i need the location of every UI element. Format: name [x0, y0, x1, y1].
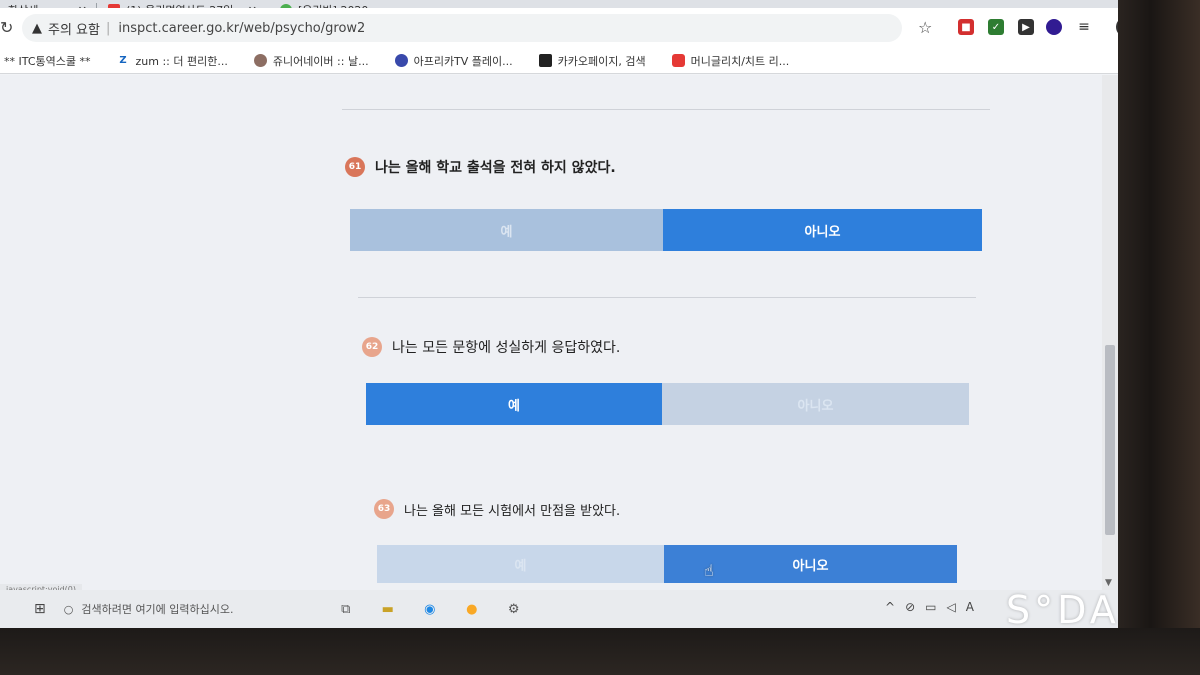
extension-circle-icon[interactable] — [1046, 19, 1062, 35]
windows-start-icon[interactable]: ⊞ — [34, 601, 46, 617]
security-warning[interactable]: 주의 요함 — [48, 19, 100, 38]
network-off-icon[interactable]: ⊘ — [905, 600, 915, 614]
no-button[interactable]: 아니오 — [663, 209, 982, 251]
system-tray: ^ ⊘ ▭ ◁ A — [885, 600, 974, 614]
scroll-thumb[interactable] — [1105, 345, 1115, 535]
mute-icon[interactable]: ◁ — [946, 600, 955, 614]
survey-page: 61 나는 올해 학교 출석을 전혀 하지 않았다. 예 아니오 62 나는 모… — [0, 75, 1118, 590]
yes-button[interactable]: 예 — [350, 209, 663, 251]
camera-icon[interactable]: ▶ — [1018, 19, 1034, 35]
bookmark-kakaopage[interactable]: 카카오페이지, 검색 — [538, 53, 646, 69]
youtube-icon — [671, 54, 685, 67]
bookmark-junior-naver[interactable]: 쥬니어네이버 :: 날... — [253, 53, 369, 69]
file-explorer-icon[interactable]: ▬ — [378, 599, 398, 619]
shield-icon[interactable]: ✓ — [988, 19, 1004, 35]
junior-naver-icon — [253, 54, 267, 67]
settings-gear-icon[interactable]: ⚙ — [504, 599, 524, 619]
bookmark-afreecatv[interactable]: 아프리카TV 플레이... — [394, 53, 513, 69]
task-view-icon[interactable]: ⧉ — [336, 599, 356, 619]
question-text: 나는 올해 학교 출석을 전혀 하지 않았다. — [375, 160, 616, 176]
scroll-down-arrow-icon[interactable]: ▼ — [1105, 578, 1112, 588]
divider: | — [105, 20, 111, 36]
warning-icon: ▲ — [32, 20, 42, 36]
hand-cursor-icon: ☝ — [704, 561, 714, 580]
no-button[interactable]: 아니오 — [662, 383, 969, 425]
scrollbar[interactable]: ▼ — [1102, 75, 1118, 590]
divider — [342, 109, 990, 110]
media-icon[interactable]: ≡ — [1076, 19, 1092, 35]
search-placeholder: 검색하려면 여기에 입력하십시오. — [81, 603, 234, 616]
chevron-up-icon[interactable]: ^ — [885, 600, 895, 614]
taskbar-search[interactable]: ○ 검색하려면 여기에 입력하십시오. — [64, 594, 314, 624]
question-63: 63 나는 올해 모든 시험에서 만점을 받았다. — [374, 499, 620, 519]
afreecatv-icon — [394, 54, 408, 67]
divider — [358, 297, 976, 298]
question-number-badge: 61 — [345, 157, 365, 177]
address-bar[interactable]: ▲ 주의 요함 | inspct.career.go.kr/web/psycho… — [22, 14, 902, 42]
yes-button[interactable]: 예 — [366, 383, 662, 425]
screen: 화상세 ✕ (1) 올리면역사도 27일 ✕ [우리반] 2020 ↻ ▲ 주의… — [0, 0, 1118, 628]
windows-taskbar: ⊞ ○ 검색하려면 여기에 입력하십시오. ⧉ ▬ ◉ ● ⚙ ^ ⊘ ▭ ◁ … — [0, 590, 1118, 628]
kakaopage-icon — [538, 54, 552, 67]
question-61: 61 나는 올해 학교 출석을 전혀 하지 않았다. — [345, 157, 616, 177]
question-62: 62 나는 모든 문항에 성실하게 응답하였다. — [362, 337, 620, 357]
answer-group-63: 예 아니오 — [377, 545, 957, 583]
reload-icon[interactable]: ↻ — [0, 18, 13, 37]
soda-watermark: S°DA — [1006, 588, 1120, 632]
bookmark-zum[interactable]: Z zum :: 더 편리한... — [116, 53, 227, 69]
browser-toolbar: ↻ ▲ 주의 요함 | inspct.career.go.kr/web/psyc… — [0, 8, 1118, 48]
question-number-badge: 62 — [362, 337, 382, 357]
kakaotalk-icon[interactable]: ● — [462, 599, 482, 619]
bookmark-star-icon[interactable]: ☆ — [918, 18, 932, 37]
question-number-badge: 63 — [374, 499, 394, 519]
search-icon: ○ — [63, 602, 74, 616]
yes-button[interactable]: 예 — [377, 545, 664, 583]
question-text: 나는 올해 모든 시험에서 만점을 받았다. — [404, 503, 621, 519]
question-text: 나는 모든 문항에 성실하게 응답하였다. — [392, 340, 621, 356]
laptop-bezel-bottom — [0, 628, 1200, 675]
url-text[interactable]: inspct.career.go.kr/web/psycho/grow2 — [118, 21, 365, 36]
answer-group-62: 예 아니오 — [366, 383, 969, 425]
zum-icon: Z — [119, 55, 127, 66]
chrome-icon[interactable]: ◉ — [420, 599, 440, 619]
answer-group-61: 예 아니오 — [350, 209, 982, 251]
input-method-icon[interactable]: A — [966, 600, 974, 614]
laptop-bezel — [1118, 0, 1200, 675]
bookmarks-bar: ** ITC통역스쿨 ** Z zum :: 더 편리한... 쥬니어네이버 :… — [0, 48, 1118, 74]
bookmark-itc[interactable]: ** ITC통역스쿨 ** — [4, 53, 90, 69]
extension-icon[interactable]: ■ — [958, 19, 974, 35]
bookmark-youtube[interactable]: 머니글리치/치트 리... — [671, 53, 789, 69]
battery-icon[interactable]: ▭ — [925, 600, 936, 614]
